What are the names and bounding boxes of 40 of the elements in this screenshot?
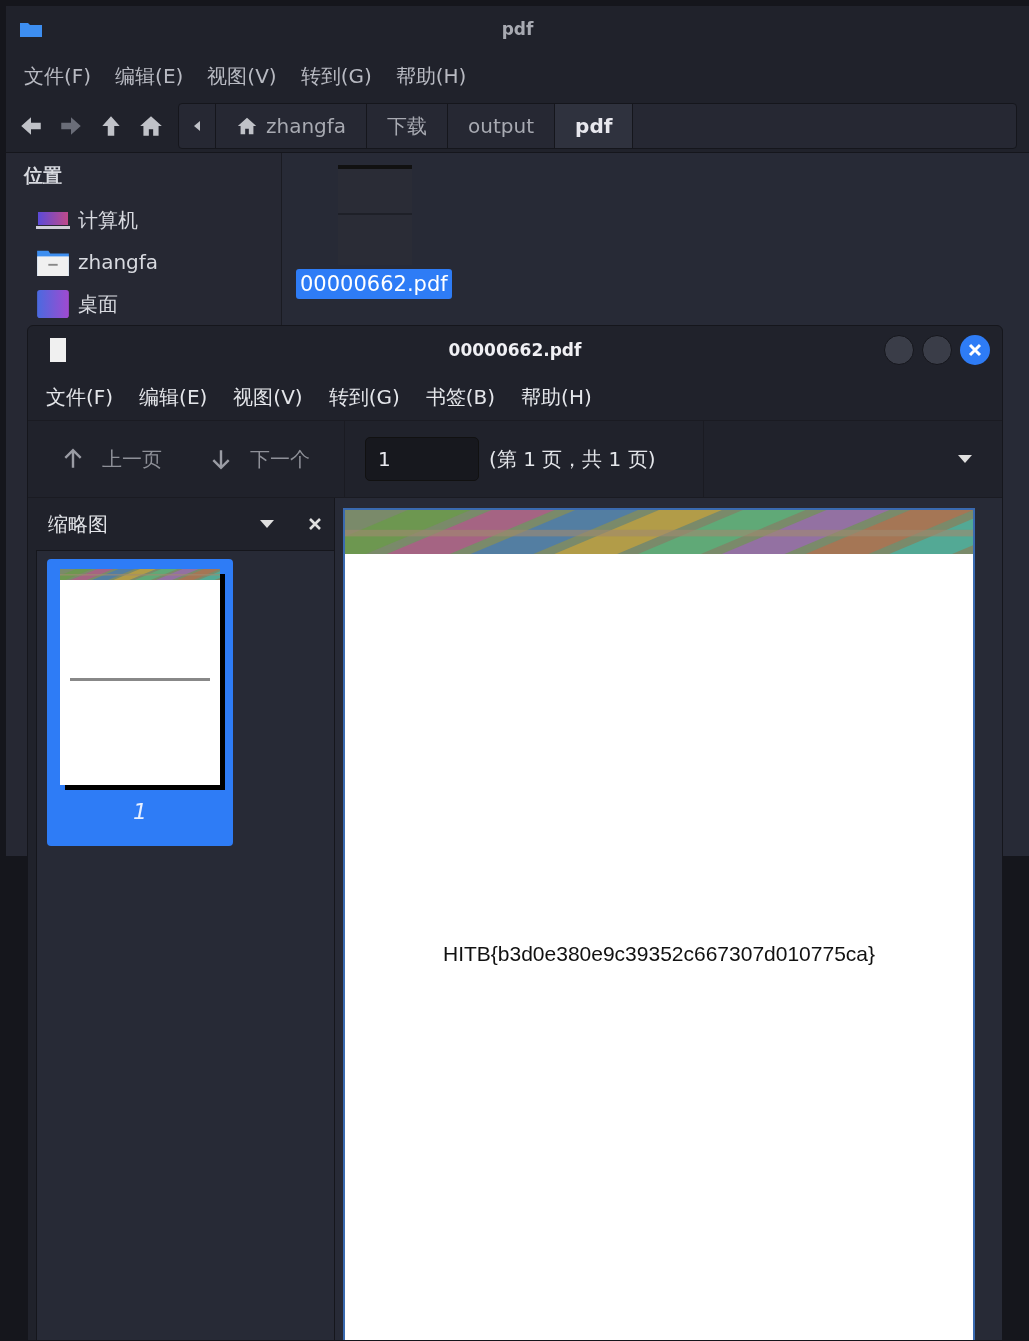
folder-icon (36, 248, 70, 276)
sidebar-heading: 位置 (24, 163, 63, 188)
down-arrow-icon (210, 448, 232, 470)
menu-item[interactable]: 转到(G) (300, 62, 372, 90)
sidebar-label: 桌面 (78, 290, 118, 318)
sidebar-item[interactable]: 计算机 (24, 199, 281, 241)
page-text: HITB{b3d0e380e9c39352c667307d010775ca} (442, 942, 876, 966)
sidebar-title: 缩略图 (48, 510, 109, 538)
menu-item[interactable]: 书签(B) (425, 383, 496, 411)
up-arrow-icon (62, 448, 84, 470)
menu-item[interactable]: 视图(V) (233, 383, 303, 411)
sidebar-label: zhangfa (78, 250, 159, 274)
page-number-field[interactable]: 1 (365, 437, 479, 481)
previous-page-button[interactable]: 上一页 (48, 445, 176, 473)
close-icon[interactable] (308, 517, 322, 531)
window-title: 00000662.pdf (448, 340, 582, 360)
menu-item[interactable]: 文件(F) (24, 62, 92, 90)
menu-item[interactable]: 帮助(H) (521, 383, 592, 411)
path-button[interactable]: pdf (554, 104, 634, 148)
window-title: pdf (501, 19, 534, 39)
dropdown-caret-icon[interactable] (958, 455, 972, 463)
desktop-icon (36, 290, 70, 318)
sidebar-item[interactable]: zhangfa (24, 241, 281, 283)
sidebar-item[interactable]: 桌面 (24, 283, 281, 325)
menu-item[interactable]: 文件(F) (46, 383, 114, 411)
page-number: 1 (133, 799, 147, 824)
close-button[interactable] (960, 335, 990, 365)
folder-icon (20, 21, 42, 37)
page-info: (第 1 页，共 1 页) (489, 445, 656, 473)
menu-item[interactable]: 编辑(E) (115, 62, 184, 90)
menu-item[interactable]: 视图(V) (207, 62, 277, 90)
dropdown-caret-icon[interactable] (260, 520, 274, 528)
menu-item[interactable]: 帮助(H) (395, 62, 467, 90)
menu-item[interactable]: 转到(G) (328, 383, 400, 411)
next-page-button[interactable]: 下一个 (196, 445, 324, 473)
file-name[interactable]: 00000662.pdf (296, 269, 452, 299)
sidebar-label: 计算机 (78, 206, 138, 234)
menu-item[interactable]: 编辑(E) (139, 383, 208, 411)
document-icon (50, 338, 66, 362)
home-icon (236, 115, 258, 137)
